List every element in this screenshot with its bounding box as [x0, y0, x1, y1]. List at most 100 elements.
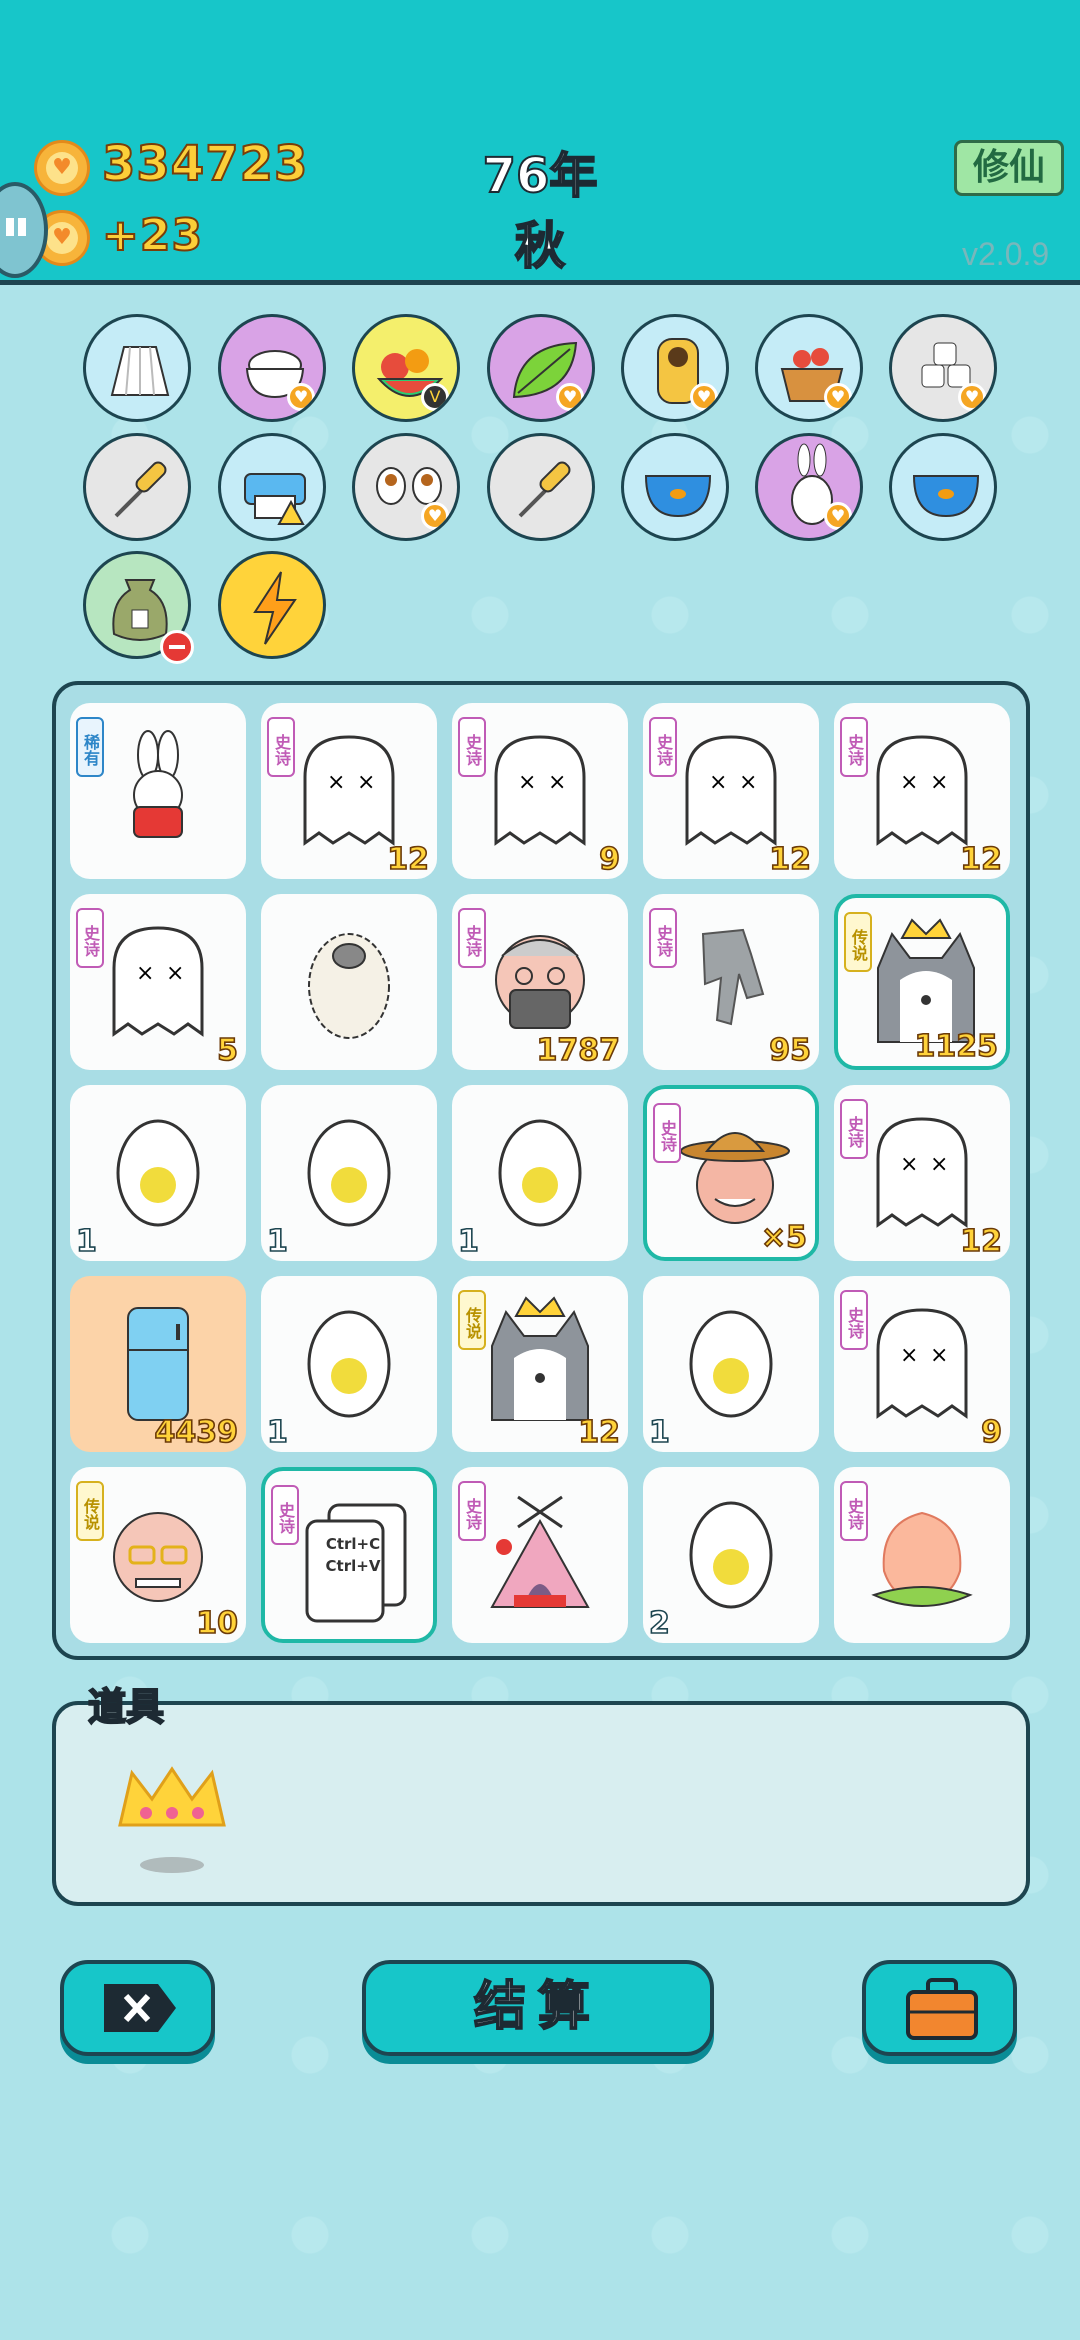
fruit-platter-icon[interactable]: V — [352, 314, 460, 422]
board-cell-egg[interactable]: 1 — [643, 1276, 819, 1452]
close-button[interactable] — [60, 1960, 215, 2056]
rarity-badge: 传说 — [458, 1290, 486, 1350]
item-count: 12 — [959, 1223, 1002, 1260]
item-count: 2 — [648, 1605, 670, 1642]
rice-bowl-icon[interactable]: ♥ — [218, 314, 326, 422]
svg-text:×: × — [930, 1152, 948, 1177]
rarity-badge: 史诗 — [840, 1099, 868, 1159]
svg-text:×: × — [709, 770, 727, 795]
briefcase-icon — [906, 1978, 978, 2040]
board-cell-farmer[interactable]: 史诗 ×5 — [643, 1085, 819, 1261]
remove-badge-icon[interactable] — [160, 630, 194, 664]
season-label: 秋 — [514, 216, 566, 276]
item-count: 1 — [75, 1223, 97, 1260]
settle-button-label: 结算 — [473, 1976, 602, 2038]
heart-badge-icon: ♥ — [421, 502, 449, 530]
board-cell-egg[interactable]: 1 — [452, 1085, 628, 1261]
cat-icon[interactable]: ♥ — [621, 314, 729, 422]
board-cell-rabbit-house[interactable]: 史诗 — [452, 1467, 628, 1643]
board-cell-ghost[interactable]: × × 史诗 9 — [834, 1276, 1010, 1452]
board-cell-egg[interactable]: 1 — [261, 1085, 437, 1261]
board-cell-egg[interactable]: 1 — [261, 1276, 437, 1452]
rarity-badge: 史诗 — [458, 1481, 486, 1541]
board-cell-rabbit[interactable]: 稀有 — [70, 703, 246, 879]
board-cell-egg[interactable]: 2 — [643, 1467, 819, 1643]
svg-text:×: × — [548, 770, 566, 795]
rarity-badge: 传说 — [844, 912, 872, 972]
item-count: 1 — [648, 1414, 670, 1451]
svg-text:×: × — [518, 770, 536, 795]
board-cell-peach[interactable]: 史诗 — [834, 1467, 1010, 1643]
cows-icon[interactable]: ♥ — [352, 433, 460, 541]
fishbowl-icon[interactable] — [621, 433, 729, 541]
item-count: 9 — [598, 841, 620, 878]
rarity-badge: 传说 — [76, 1481, 104, 1541]
rarity-badge: 史诗 — [840, 717, 868, 777]
year-label: 76年 — [482, 147, 599, 205]
board-cell-grandpa[interactable]: 史诗 1787 — [452, 894, 628, 1070]
briefcase-button[interactable] — [862, 1960, 1017, 2056]
board-cell-bald-grandpa[interactable]: 传说 10 — [70, 1467, 246, 1643]
fruit-basket-icon[interactable]: ♥ — [755, 314, 863, 422]
crown-icon[interactable] — [112, 1755, 232, 1885]
heart-badge-icon: ♥ — [958, 383, 986, 411]
rarity-badge: 史诗 — [649, 908, 677, 968]
board-cell-pointing-hand[interactable]: 史诗 95 — [643, 894, 819, 1070]
item-count: 12 — [577, 1414, 620, 1451]
svg-text:×: × — [930, 1343, 948, 1368]
board-cell-copy-paste[interactable]: Ctrl+C Ctrl+V 史诗 — [261, 1467, 437, 1643]
svg-text:×: × — [357, 770, 375, 795]
board-cell-husky-king[interactable]: 传说 12 — [452, 1276, 628, 1452]
printer-icon[interactable] — [218, 433, 326, 541]
board-cell-ghost[interactable]: × × 史诗 12 — [643, 703, 819, 879]
heart-badge-icon: ♥ — [824, 383, 852, 411]
mode-button[interactable]: 修仙 — [954, 140, 1064, 196]
copy-card-label: Ctrl+C Ctrl+V — [315, 1533, 391, 1577]
slot-board: 稀有 × × 史诗 12 × × 史诗 9 × × 史诗 12 × × 史诗 12 × ×… — [52, 681, 1030, 1660]
rarity-badge: 史诗 — [267, 717, 295, 777]
pleated-skirt-icon[interactable] — [83, 314, 191, 422]
heart-badge-icon: ♥ — [690, 383, 718, 411]
board-cell-ghost[interactable]: × × 史诗 12 — [834, 703, 1010, 879]
board-cell-ghost[interactable]: × × 史诗 12 — [261, 703, 437, 879]
leaf-icon[interactable]: ♥ — [487, 314, 595, 422]
item-count: 12 — [386, 841, 429, 878]
board-cell-fridge[interactable]: 4439 — [70, 1276, 246, 1452]
settle-button[interactable]: 结算 — [362, 1960, 714, 2056]
svg-text:×: × — [900, 1152, 918, 1177]
svg-text:×: × — [900, 1343, 918, 1368]
board-cell-husky-king[interactable]: 传说 1125 — [834, 894, 1010, 1070]
board-cell-ghost[interactable]: × × 史诗 12 — [834, 1085, 1010, 1261]
svg-text:×: × — [739, 770, 757, 795]
item-count: 1 — [457, 1223, 479, 1260]
v-badge-icon: V — [421, 383, 449, 411]
rarity-badge: 史诗 — [840, 1481, 868, 1541]
board-cell-ghost[interactable]: × × 史诗 5 — [70, 894, 246, 1070]
item-count: 1787 — [536, 1032, 621, 1069]
item-count: 95 — [768, 1032, 811, 1069]
fishbowl-icon[interactable] — [889, 433, 997, 541]
paste-label: Ctrl+V — [325, 1557, 381, 1575]
rarity-badge: 史诗 — [458, 717, 486, 777]
heart-badge-icon: ♥ — [556, 383, 584, 411]
svg-text:×: × — [900, 770, 918, 795]
coin-icon: ♥ — [34, 140, 90, 196]
item-count: 1 — [266, 1414, 288, 1451]
top-bar: ♥ 334723 ♥ +23 76年 秋 修仙 v2.0.9 — [0, 0, 1080, 285]
backspace-icon — [104, 1984, 176, 2032]
heart-badge-icon: ♥ — [287, 383, 315, 411]
item-count: 4439 — [154, 1414, 239, 1451]
lightning-icon[interactable] — [218, 551, 326, 659]
screwdriver-icon[interactable] — [487, 433, 595, 541]
rarity-badge: 史诗 — [653, 1103, 681, 1163]
sugar-cubes-icon[interactable]: ♥ — [889, 314, 997, 422]
board-cell-ghost[interactable]: × × 史诗 9 — [452, 703, 628, 879]
rabbit-icon[interactable]: ♥ — [755, 433, 863, 541]
item-count: 1125 — [914, 1028, 999, 1065]
board-cell-sheep[interactable] — [261, 894, 437, 1070]
screwdriver-icon[interactable] — [83, 433, 191, 541]
board-cell-egg[interactable]: 1 — [70, 1085, 246, 1261]
rarity-badge: 史诗 — [840, 1290, 868, 1350]
svg-text:×: × — [327, 770, 345, 795]
copy-label: Ctrl+C — [325, 1535, 381, 1553]
